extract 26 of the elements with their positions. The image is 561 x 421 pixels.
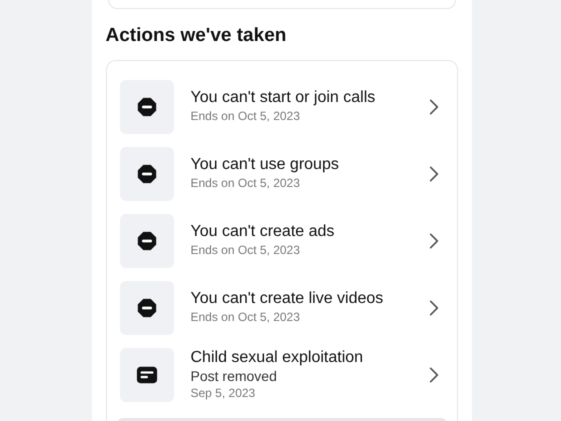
blocked-icon xyxy=(136,162,158,184)
action-item[interactable]: Child sexual exploitation Post removed Sep 5, 2023 xyxy=(120,341,456,408)
action-title: You can't start or join calls xyxy=(190,88,376,108)
blocked-icon xyxy=(136,96,158,118)
chevron-right-icon xyxy=(428,164,438,182)
action-item[interactable]: You can't use groups Ends on Oct 5, 2023 xyxy=(120,140,456,207)
chevron-right-icon xyxy=(428,298,438,316)
chevron-right-icon xyxy=(428,232,438,250)
section-heading: Actions we've taken xyxy=(106,25,288,47)
action-detail: Post removed xyxy=(190,368,278,384)
action-detail: Ends on Oct 5, 2023 xyxy=(190,309,301,326)
action-item[interactable]: You can't create live videos Ends on Oct 5, 2023 xyxy=(120,274,456,341)
action-detail: Sep 5, 2023 xyxy=(190,384,256,402)
action-item[interactable]: You can't start or join calls Ends on Oct 5, 2023 xyxy=(120,73,456,140)
action-item[interactable]: You can't create ads Ends on Oct 5, 2023 xyxy=(120,207,456,274)
blocked-icon xyxy=(136,230,158,252)
action-title: Child sexual exploitation xyxy=(190,348,364,368)
action-detail: Ends on Oct 5, 2023 xyxy=(190,175,301,192)
chevron-right-icon xyxy=(428,366,438,384)
action-title: You can't use groups xyxy=(190,155,340,175)
chevron-right-icon xyxy=(428,98,438,116)
blocked-icon xyxy=(136,296,158,318)
action-title: You can't create ads xyxy=(190,222,336,242)
action-title: You can't create live videos xyxy=(190,289,384,309)
action-detail: Ends on Oct 5, 2023 xyxy=(190,242,301,259)
action-detail: Ends on Oct 5, 2023 xyxy=(190,108,301,125)
